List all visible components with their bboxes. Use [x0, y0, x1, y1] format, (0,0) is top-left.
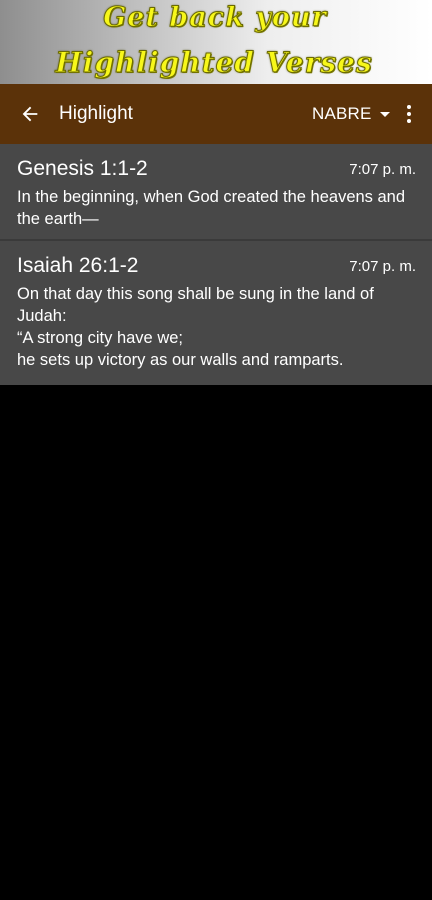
highlight-list: Genesis 1:1-2 7:07 p. m. In the beginnin… — [0, 144, 432, 385]
page-title: Highlight — [59, 103, 133, 124]
screen: Get back your Highlighted Verses Highlig… — [0, 0, 432, 900]
verse-text: On that day this song shall be sung in t… — [17, 285, 374, 369]
promo-banner: Get back your Highlighted Verses — [0, 0, 432, 84]
highlight-time: 7:07 p. m. — [349, 258, 416, 275]
highlight-time: 7:07 p. m. — [349, 161, 416, 178]
highlight-item[interactable]: Isaiah 26:1-2 7:07 p. m. On that day thi… — [0, 241, 432, 385]
arrow-left-icon — [22, 106, 38, 122]
highlight-item[interactable]: Genesis 1:1-2 7:07 p. m. In the beginnin… — [0, 144, 432, 241]
caret-down-icon — [379, 111, 390, 117]
banner-line-2: Highlighted Verses — [55, 46, 373, 80]
version-label: NABRE — [312, 104, 372, 123]
more-vert-icon — [407, 105, 411, 109]
back-button[interactable] — [14, 98, 46, 130]
app-bar: Highlight NABRE — [0, 84, 432, 144]
version-dropdown[interactable]: NABRE — [312, 100, 390, 128]
banner-line-1: Get back your — [103, 2, 327, 34]
more-options-button[interactable] — [396, 98, 422, 130]
verse-text: In the beginning, when God created the h… — [17, 188, 406, 228]
